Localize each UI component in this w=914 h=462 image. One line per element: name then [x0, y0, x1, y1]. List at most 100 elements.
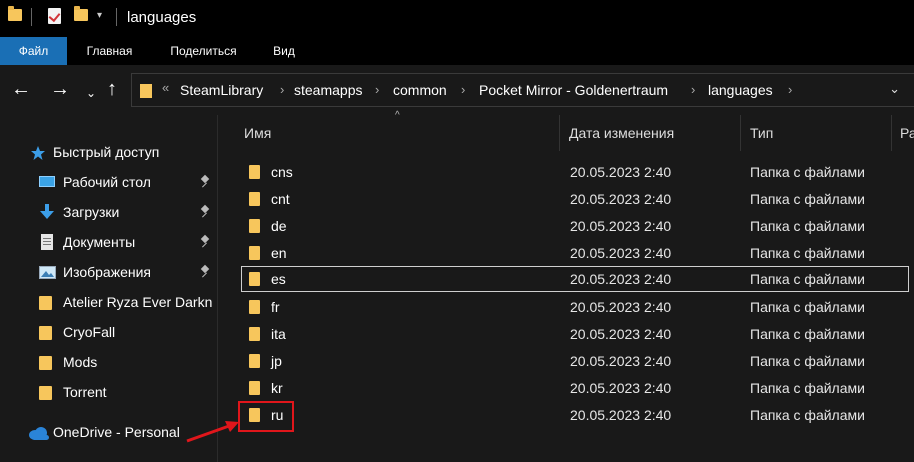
file-name: fr — [271, 299, 280, 315]
chevron-right-icon[interactable]: › — [280, 82, 284, 97]
pin-icon[interactable] — [200, 266, 210, 278]
sidebar-item-folder[interactable]: Atelier Ryza Ever Darkn — [0, 290, 217, 316]
file-date: 20.05.2023 2:40 — [570, 245, 672, 261]
tab-file[interactable]: Файл — [0, 37, 67, 65]
navigation-bar: ← → ⌄ ↑ « SteamLibrary › steamapps › com… — [0, 65, 914, 115]
file-type: Папка с файлами — [750, 353, 865, 369]
breadcrumb-item[interactable]: Pocket Mirror - Goldenertraum — [479, 82, 668, 98]
file-row[interactable]: fr 20.05.2023 2:40 Папка с файлами — [241, 294, 909, 320]
sidebar-item-label: Изображения — [63, 264, 151, 280]
star-icon — [31, 146, 45, 160]
folder-icon — [39, 356, 52, 370]
chevron-down-icon[interactable]: ⌄ — [889, 81, 900, 97]
sidebar-item-label: Документы — [63, 234, 136, 250]
chevron-right-icon[interactable]: › — [691, 82, 695, 97]
title-bar: ▾ languages — [0, 0, 914, 37]
sidebar-item-label: OneDrive - Personal — [53, 424, 180, 440]
sidebar-item-desktop[interactable]: Рабочий стол — [0, 170, 217, 196]
file-row[interactable]: jp 20.05.2023 2:40 Папка с файлами — [241, 348, 909, 374]
download-icon — [40, 204, 54, 219]
file-date: 20.05.2023 2:40 — [570, 218, 672, 234]
file-row[interactable]: ita 20.05.2023 2:40 Папка с файлами — [241, 321, 909, 347]
column-header-type[interactable]: Тип — [750, 125, 773, 141]
tab-share[interactable]: Поделиться — [166, 37, 241, 65]
annotation-highlight-box — [238, 401, 294, 432]
window-title: languages — [127, 9, 197, 26]
file-name: de — [271, 218, 287, 234]
file-row[interactable]: cnt 20.05.2023 2:40 Папка с файлами — [241, 186, 909, 212]
annotation-arrow — [186, 421, 239, 443]
sidebar-item-label: Рабочий стол — [63, 174, 151, 190]
file-type: Папка с файлами — [750, 299, 865, 315]
folder-icon — [249, 381, 260, 395]
breadcrumb-item[interactable]: steamapps — [294, 82, 362, 98]
file-type: Папка с файлами — [750, 245, 865, 261]
column-header-size[interactable]: Ра — [900, 125, 914, 141]
file-row[interactable]: cns 20.05.2023 2:40 Папка с файлами — [241, 159, 909, 185]
file-row[interactable]: de 20.05.2023 2:40 Папка с файлами — [241, 213, 909, 239]
file-date: 20.05.2023 2:40 — [570, 380, 672, 396]
file-date: 20.05.2023 2:40 — [570, 299, 672, 315]
column-divider[interactable] — [891, 115, 892, 151]
folder-icon — [249, 354, 260, 368]
folder-icon — [249, 165, 260, 179]
tab-view[interactable]: Вид — [270, 37, 298, 65]
file-list: ^ Имя Дата изменения Тип Ра cns 20.05.20… — [219, 110, 914, 462]
file-type: Папка с файлами — [750, 191, 865, 207]
column-divider[interactable] — [559, 115, 560, 151]
pin-icon[interactable] — [200, 176, 210, 188]
sidebar-item-folder[interactable]: Mods — [0, 350, 217, 376]
pictures-icon — [39, 266, 56, 279]
sidebar-item-pictures[interactable]: Изображения — [0, 260, 217, 286]
recent-locations-button[interactable]: ⌄ — [86, 82, 96, 104]
sidebar-item-documents[interactable]: Документы — [0, 230, 217, 256]
column-divider[interactable] — [740, 115, 741, 151]
navigation-pane: Быстрый доступ Рабочий стол Загрузки Док… — [0, 115, 218, 462]
up-button[interactable]: ↑ — [107, 78, 117, 100]
sidebar-item-label: CryoFall — [63, 324, 116, 340]
address-bar[interactable]: « SteamLibrary › steamapps › common › Po… — [131, 73, 914, 107]
chevron-right-icon[interactable]: › — [375, 82, 379, 97]
file-type: Папка с файлами — [750, 218, 865, 234]
column-header-date[interactable]: Дата изменения — [569, 125, 674, 141]
documents-icon — [41, 234, 53, 250]
sidebar-item-label: Mods — [63, 354, 98, 370]
sidebar-item-quick-access[interactable]: Быстрый доступ — [0, 140, 217, 166]
folder-icon — [249, 272, 260, 286]
file-name: es — [271, 271, 286, 287]
dropdown-icon[interactable]: ▾ — [97, 10, 102, 21]
folder-icon[interactable] — [8, 6, 22, 21]
overflow-icon[interactable]: « — [162, 80, 169, 95]
sidebar-item-label: Torrent — [63, 384, 107, 400]
tab-home[interactable]: Главная — [82, 37, 137, 65]
forward-button[interactable]: → — [50, 78, 70, 100]
breadcrumb-item[interactable]: SteamLibrary — [180, 82, 263, 98]
checkmark-properties-icon[interactable] — [48, 8, 61, 24]
folder-icon — [249, 327, 260, 341]
separator — [116, 8, 117, 26]
sidebar-item-folder[interactable]: Torrent — [0, 380, 217, 406]
file-row[interactable]: kr 20.05.2023 2:40 Папка с файлами — [241, 375, 909, 401]
sidebar-item-downloads[interactable]: Загрузки — [0, 200, 217, 226]
file-name: cns — [271, 164, 293, 180]
breadcrumb-item[interactable]: common — [393, 82, 447, 98]
folder-icon — [249, 192, 260, 206]
sidebar-item-folder[interactable]: CryoFall — [0, 320, 217, 346]
folder-icon — [249, 246, 260, 260]
pin-icon[interactable] — [200, 236, 210, 248]
breadcrumb-item[interactable]: languages — [708, 82, 773, 98]
chevron-right-icon[interactable]: › — [788, 82, 792, 97]
column-header-name[interactable]: Имя — [244, 125, 271, 141]
file-row[interactable]: ru 20.05.2023 2:40 Папка с файлами — [241, 402, 909, 428]
chevron-right-icon[interactable]: › — [461, 82, 465, 97]
desktop-icon — [39, 176, 55, 187]
file-row[interactable]: en 20.05.2023 2:40 Папка с файлами — [241, 240, 909, 266]
folder-icon — [249, 219, 260, 233]
separator — [31, 8, 32, 26]
file-row[interactable]: es 20.05.2023 2:40 Папка с файлами — [241, 266, 909, 292]
sidebar-item-label: Atelier Ryza Ever Darkn — [63, 294, 213, 310]
back-button[interactable]: ← — [11, 78, 31, 100]
pin-icon[interactable] — [200, 206, 210, 218]
new-folder-icon[interactable] — [74, 6, 88, 21]
file-date: 20.05.2023 2:40 — [570, 407, 672, 423]
